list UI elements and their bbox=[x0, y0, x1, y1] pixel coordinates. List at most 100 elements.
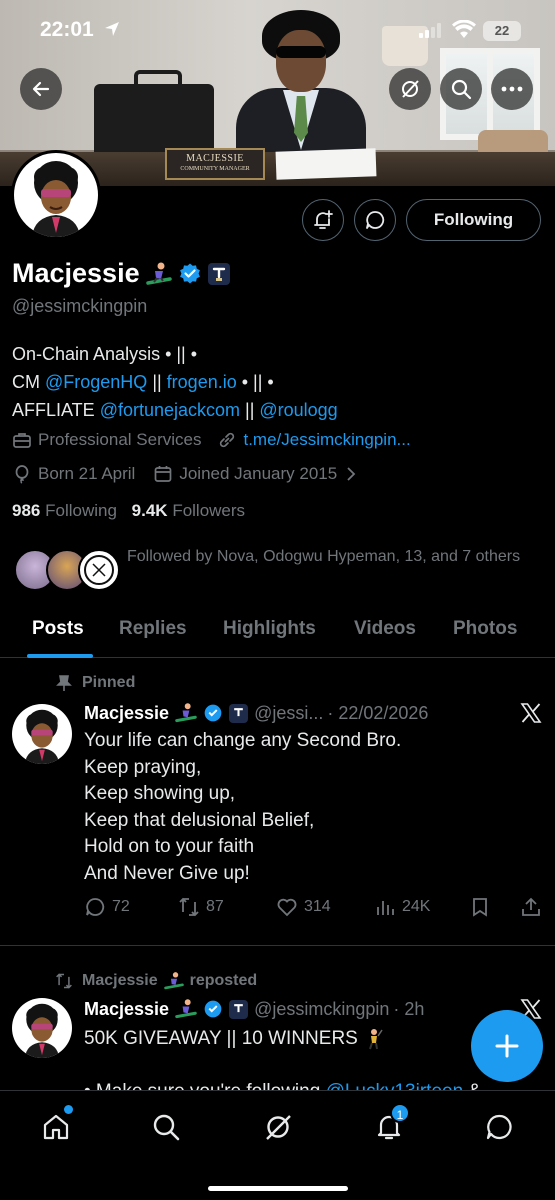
followers-count-link[interactable]: 9.4K Followers bbox=[132, 501, 245, 520]
snowboarder-emoji-icon bbox=[163, 972, 184, 990]
avatar-image bbox=[14, 153, 98, 237]
reply-icon bbox=[86, 898, 105, 916]
reposted-post[interactable]: Macjessie reposted Macjessie @jessimckin… bbox=[0, 946, 555, 1102]
search-icon bbox=[451, 79, 472, 100]
post-text-line: Your life can change any Second Bro. bbox=[84, 730, 402, 751]
notify-subscribe-button[interactable] bbox=[302, 199, 344, 241]
url-link-frogen[interactable]: frogen.io bbox=[167, 372, 237, 392]
nav-home[interactable] bbox=[38, 1105, 74, 1145]
following-button[interactable]: Following bbox=[406, 199, 541, 241]
post-author-avatar[interactable] bbox=[12, 998, 72, 1058]
bookmark-button[interactable] bbox=[469, 896, 497, 918]
bio-line-3: AFFLIATE @fortunejackcom || @roulogg bbox=[12, 396, 542, 424]
post-author-name[interactable]: Macjessie bbox=[84, 703, 169, 724]
tab-photos[interactable]: Photos bbox=[453, 618, 517, 640]
avatar-illustration bbox=[32, 161, 80, 237]
nav-search[interactable] bbox=[148, 1109, 184, 1145]
verified-badge-icon bbox=[204, 1000, 222, 1018]
nav-grok[interactable] bbox=[260, 1109, 296, 1145]
profile-birthday: Born 21 April bbox=[38, 464, 136, 483]
tab-highlights[interactable]: Highlights bbox=[223, 618, 316, 640]
bio-line-2: CM @FrogenHQ || frogen.io • || • bbox=[12, 368, 542, 396]
profile-name-row: Macjessie bbox=[12, 258, 230, 289]
follower-avatar-3 bbox=[78, 549, 120, 591]
views-button[interactable]: 24K bbox=[374, 896, 430, 918]
nav-notifications[interactable]: 1 bbox=[371, 1103, 410, 1145]
post-header: Macjessie @jessi... · 22/02/2026 bbox=[84, 702, 428, 724]
profile-bio: On-Chain Analysis • || • CM @FrogenHQ ||… bbox=[12, 340, 542, 424]
chevron-right-icon[interactable] bbox=[345, 466, 357, 482]
post-author-name[interactable]: Macjessie bbox=[84, 999, 169, 1020]
mention-link-frogenhq[interactable]: @FrogenHQ bbox=[45, 372, 147, 392]
giveaway-headline: 50K GIVEAWAY || 10 WINNERS bbox=[84, 1028, 358, 1049]
post-text-line: Keep showing up, bbox=[84, 783, 236, 804]
verified-badge-icon bbox=[204, 704, 222, 722]
followed-by-row[interactable]: Followed by Nova, Odogwu Hypeman, 13, an… bbox=[14, 545, 544, 595]
post-header: Macjessie @jessimckingpin · 2h bbox=[84, 998, 424, 1020]
share-button[interactable] bbox=[520, 896, 548, 918]
pinned-indicator: Pinned bbox=[56, 674, 135, 692]
bio-text: || bbox=[147, 372, 167, 392]
verified-badge-icon bbox=[179, 263, 200, 283]
message-button[interactable] bbox=[354, 199, 396, 241]
bio-text: AFFLIATE bbox=[12, 400, 100, 420]
profile-website-link[interactable]: t.me/Jessimckingpin... bbox=[243, 430, 410, 450]
follow-counts: 986 Following 9.4K Followers bbox=[12, 501, 245, 521]
profile-name: Macjessie bbox=[12, 258, 140, 288]
followers-label: Followers bbox=[172, 501, 246, 520]
post-author-handle: @jessimckingpin bbox=[254, 998, 390, 1019]
affiliate-badge-icon bbox=[207, 262, 230, 285]
compose-post-button[interactable] bbox=[471, 1010, 543, 1082]
search-profile-button[interactable] bbox=[440, 68, 482, 110]
status-time: 22:01 bbox=[40, 18, 94, 41]
reply-count: 72 bbox=[112, 898, 130, 915]
x-logo-icon bbox=[520, 703, 542, 723]
tab-replies[interactable]: Replies bbox=[119, 618, 187, 640]
post-author-avatar[interactable] bbox=[12, 704, 72, 764]
reposter-name[interactable]: Macjessie bbox=[82, 972, 158, 990]
post-text-line: Keep praying, bbox=[84, 756, 202, 778]
back-button[interactable] bbox=[20, 68, 62, 110]
home-icon bbox=[43, 1114, 69, 1140]
tab-posts[interactable]: Posts bbox=[32, 618, 84, 640]
post-text-line: And Never Give up! bbox=[84, 862, 250, 884]
nav-messages[interactable] bbox=[481, 1109, 517, 1145]
profile-category-row: Professional Services t.me/Jessimckingpi… bbox=[12, 430, 411, 450]
repost-indicator: Macjessie reposted bbox=[54, 971, 257, 991]
reply-button[interactable]: 72 bbox=[84, 896, 130, 918]
bio-text: || bbox=[240, 400, 260, 420]
like-button[interactable]: 314 bbox=[276, 896, 331, 918]
following-count-link[interactable]: 986 Following bbox=[12, 501, 117, 520]
mention-link-fortunejack[interactable]: @fortunejackcom bbox=[100, 400, 240, 420]
affiliate-badge-icon bbox=[229, 703, 249, 723]
more-options-button[interactable] bbox=[491, 68, 533, 110]
affiliate-badge-icon bbox=[229, 999, 249, 1019]
battery-indicator: 22 bbox=[483, 21, 521, 41]
briefcase-icon bbox=[13, 433, 31, 448]
tab-videos[interactable]: Videos bbox=[354, 618, 416, 640]
grok-button[interactable] bbox=[389, 68, 431, 110]
plus-icon bbox=[495, 1034, 519, 1058]
snowboarder-emoji-icon bbox=[175, 999, 197, 1019]
profile-avatar[interactable] bbox=[11, 150, 101, 240]
profile-joined-date: Joined January 2015 bbox=[179, 464, 338, 483]
repost-button[interactable]: 87 bbox=[178, 896, 224, 918]
profile-tabs: Posts Replies Highlights Videos Photos bbox=[0, 612, 555, 658]
location-arrow-icon bbox=[105, 22, 119, 36]
grok-icon bbox=[266, 1115, 291, 1140]
bio-text: • || • bbox=[236, 372, 274, 392]
mention-link-roulogg[interactable]: @roulogg bbox=[259, 400, 337, 420]
home-indicator[interactable] bbox=[208, 1186, 348, 1191]
repost-icon bbox=[56, 973, 72, 989]
profile-dates-row: Born 21 April Joined January 2015 bbox=[12, 464, 363, 484]
status-bar: 22:01 22 bbox=[0, 16, 555, 46]
balloon-icon bbox=[15, 465, 29, 484]
grok-icon bbox=[402, 80, 419, 98]
post-time: · 2h bbox=[393, 998, 425, 1019]
following-label: Following bbox=[45, 501, 117, 520]
active-tab-indicator bbox=[27, 654, 93, 658]
bookmark-icon bbox=[473, 898, 487, 917]
cellular-signal-icon bbox=[419, 23, 441, 38]
profile-category: Professional Services bbox=[38, 430, 202, 449]
pinned-label: Pinned bbox=[82, 674, 136, 691]
